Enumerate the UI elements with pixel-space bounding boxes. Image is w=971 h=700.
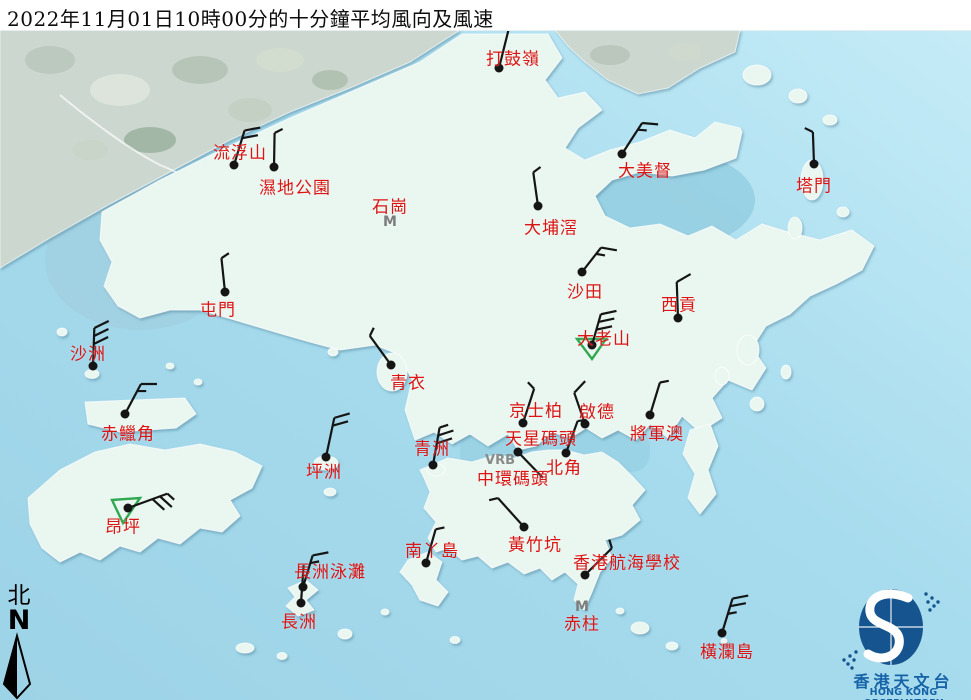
station-label: 昂坪 [105,513,141,538]
station-label: 坪洲 [306,458,342,483]
station-label: 橫瀾島 [700,638,754,663]
station-label: 塔門 [796,172,832,197]
north-label-letter: N [2,608,36,634]
station-label: 京士柏 [509,397,563,422]
station-label: 青洲 [414,435,450,460]
station-label: 長洲泳灘 [294,558,366,583]
station-label: 石崗 [372,193,408,218]
station-label: 北角 [546,454,582,479]
station-label: 沙田 [567,278,603,303]
station-label: 長洲 [281,608,317,633]
station-label: 天星碼頭 [505,425,577,450]
station-label: 流浮山 [213,139,267,164]
base-map [0,0,971,700]
station-label: 南丫島 [405,537,459,562]
north-indicator: 北 N [2,584,36,634]
station-label: 大埔滘 [524,214,578,239]
logo-english-name: HONG KONG OBSERVATORY [836,687,971,700]
map-title: 2022年11月01日10時00分的十分鐘平均風向及風速 [7,3,494,32]
station-label: 西貢 [661,291,697,316]
station-label: 屯門 [200,296,236,321]
station-label: 中環碼頭 [477,465,549,490]
station-label: 青衣 [390,369,426,394]
station-label: 將軍澳 [630,420,684,445]
station-label: 赤鱲角 [101,420,155,445]
station-label: 打鼓嶺 [486,45,540,70]
station-label: 大美督 [618,157,672,182]
station-label: 香港航海學校 [573,549,681,574]
station-label: 濕地公園 [259,174,331,199]
title-bar: 2022年11月01日10時00分的十分鐘平均風向及風速 [0,0,971,31]
station-label: 沙洲 [70,340,106,365]
station-label: 赤柱 [564,610,600,635]
station-label: 大老山 [577,325,631,350]
hko-logo: 香港天文台 HONG KONG OBSERVATORY [836,583,971,700]
wind-map: MVRBM 打鼓嶺流浮山濕地公園石崗大埔滘大美督塔門沙田西貢大老山屯門沙洲青衣赤… [0,0,971,700]
station-label: 黃竹坑 [508,531,562,556]
station-label: 啟德 [579,398,615,423]
